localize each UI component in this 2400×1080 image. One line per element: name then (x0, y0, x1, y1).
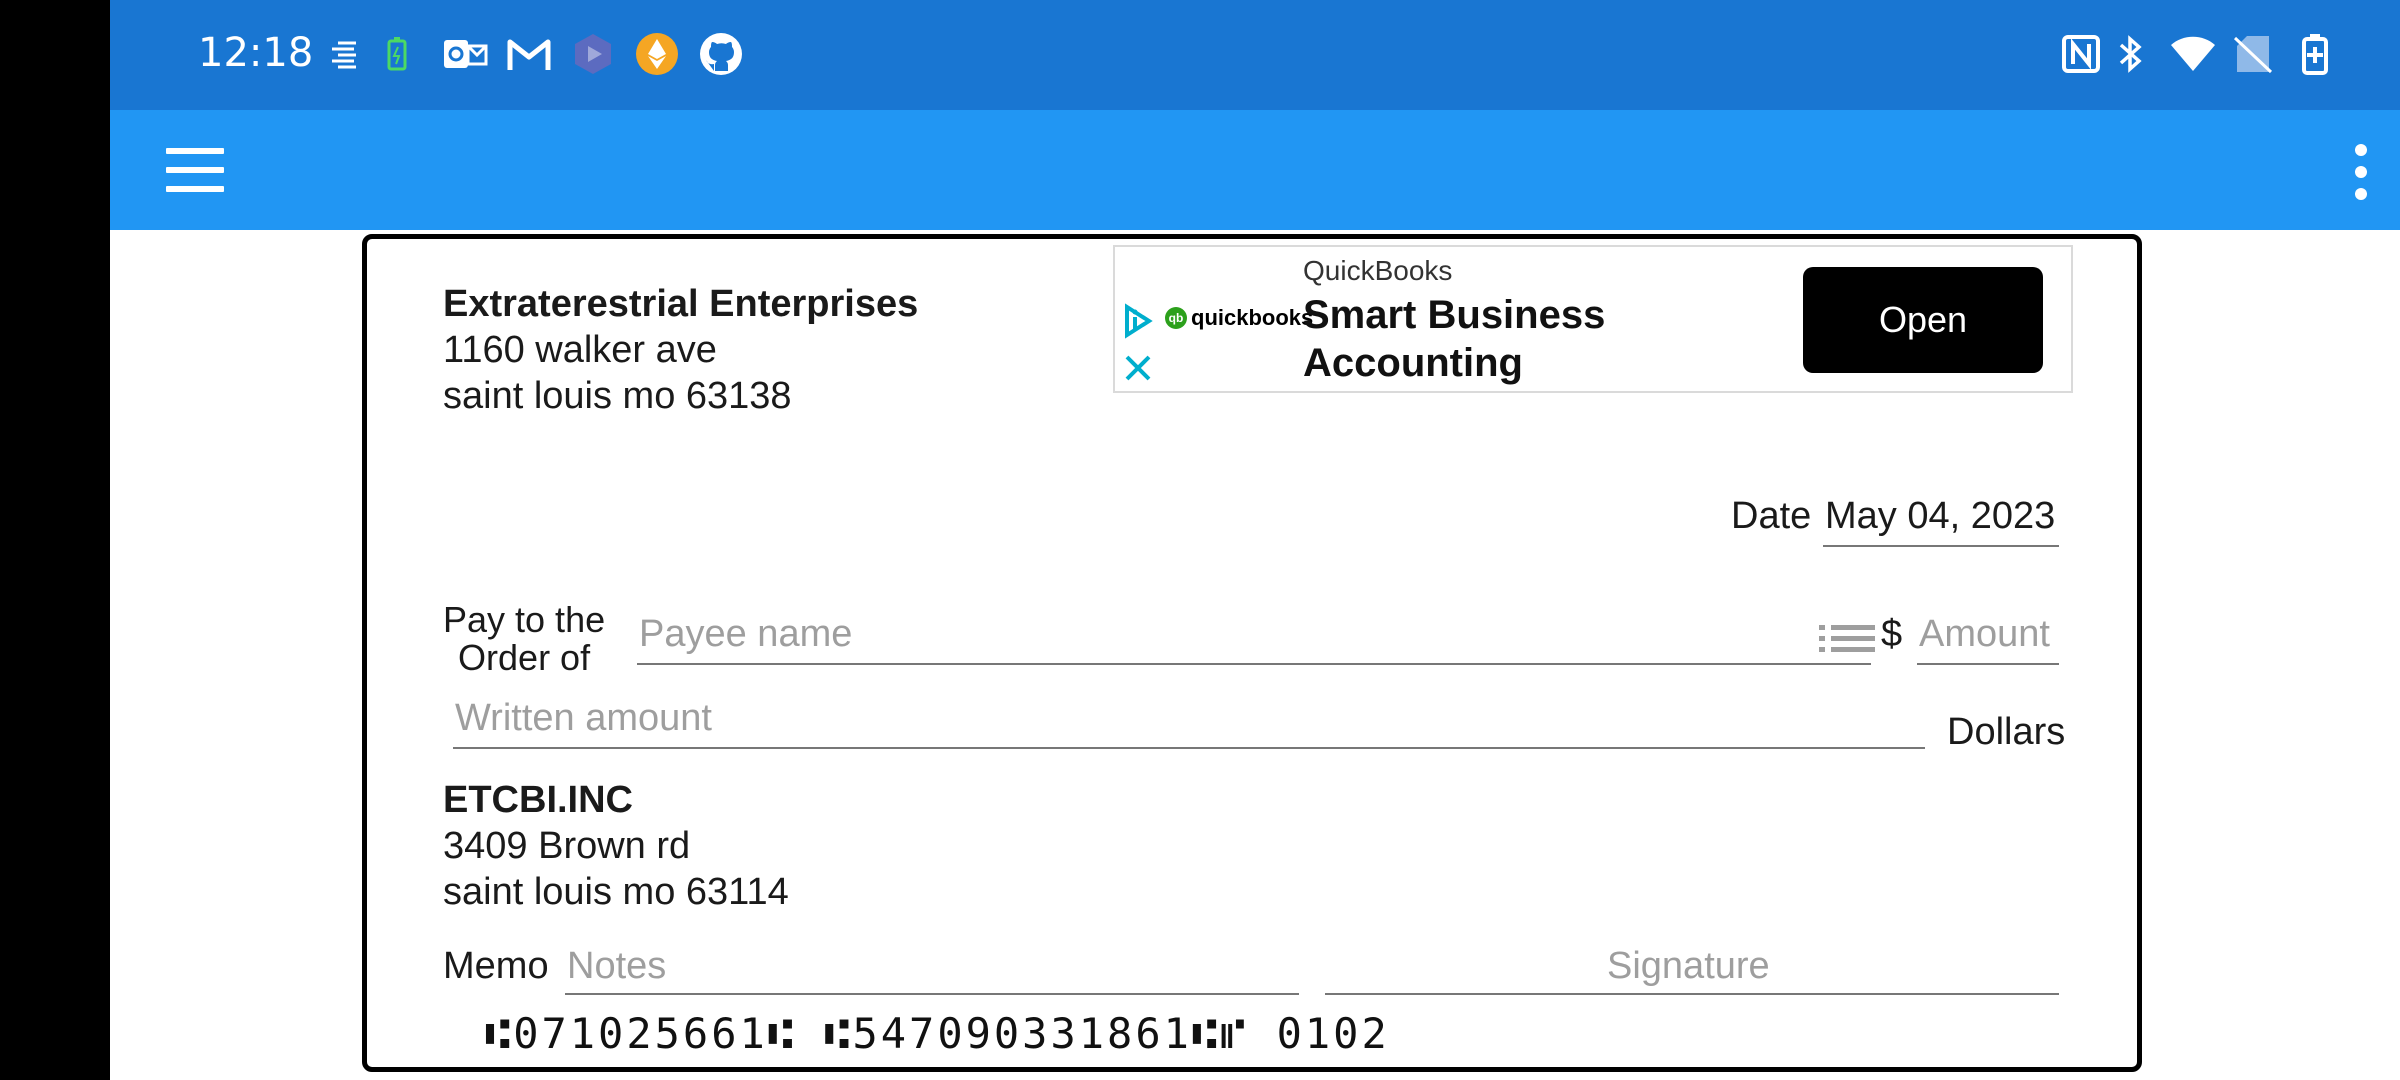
no-sim-icon (2228, 28, 2278, 80)
ad-banner[interactable]: qb quickbooks QuickBooks Smart Business … (1113, 245, 2073, 393)
bank-name[interactable]: ETCBI.INC (443, 777, 633, 823)
pay-to-line2: Order of (458, 637, 591, 678)
nfc-icon (2056, 28, 2106, 80)
ethereum-coin-icon (632, 28, 682, 80)
ad-choices-icon[interactable] (1119, 301, 1159, 346)
payee-name-input[interactable]: Payee name (639, 611, 852, 657)
wifi-icon (2168, 28, 2218, 80)
date-underline (1823, 545, 2059, 547)
menu-icon[interactable] (166, 148, 224, 192)
amount-underline (1917, 663, 2059, 665)
notification-lines-icon (322, 28, 372, 80)
ad-close-icon[interactable] (1123, 353, 1153, 388)
ad-open-button[interactable]: Open (1803, 267, 2043, 373)
media-player-icon (568, 28, 618, 80)
more-options-icon[interactable] (2346, 144, 2376, 200)
status-time: 12:18 (198, 30, 314, 76)
amount-input[interactable]: Amount (1919, 611, 2050, 657)
left-black-bar (0, 0, 110, 1080)
battery-charging-icon (372, 28, 422, 80)
sender-address-line1[interactable]: 1160 walker ave (443, 327, 717, 373)
quickbooks-logo: qb quickbooks (1165, 305, 1313, 331)
ad-brand: QuickBooks (1303, 255, 1453, 286)
bank-address-line2[interactable]: saint louis mo 63114 (443, 869, 789, 915)
dollars-label: Dollars (1947, 711, 2066, 753)
micr-line: ⑆071025661⑆ ⑆547090331861⑆⑈ 0102 (485, 1009, 1390, 1058)
app-toolbar (110, 110, 2400, 230)
memo-label: Memo (443, 945, 549, 987)
payee-list-icon[interactable] (1819, 621, 1875, 662)
gmail-icon (504, 28, 554, 80)
outlook-icon (440, 28, 490, 80)
check-form: Extraterestrial Enterprises 1160 walker … (362, 234, 2142, 1072)
pay-to-line1: Pay to the (443, 599, 606, 640)
bank-address-line1[interactable]: 3409 Brown rd (443, 823, 690, 869)
currency-symbol: $ (1881, 613, 1903, 655)
written-amount-input[interactable]: Written amount (455, 695, 712, 741)
memo-underline (565, 993, 1299, 995)
pay-to-label: Pay to the Order of (443, 601, 605, 677)
sender-name[interactable]: Extraterestrial Enterprises (443, 281, 918, 327)
date-label: Date (1731, 495, 1812, 537)
battery-icon (2290, 28, 2340, 80)
written-amount-underline (453, 747, 1925, 749)
ad-headline: Smart Business Accounting (1303, 293, 1606, 385)
status-bar: 12:18 (110, 0, 2400, 110)
quickbooks-logo-text: quickbooks (1191, 305, 1314, 330)
signature-underline (1325, 993, 2059, 995)
payee-underline (637, 663, 1871, 665)
bluetooth-icon (2106, 28, 2156, 80)
quickbooks-logo-icon: qb (1165, 307, 1187, 329)
sender-address-line2[interactable]: saint louis mo 63138 (443, 373, 792, 419)
github-icon (696, 28, 746, 80)
memo-input[interactable]: Notes (567, 943, 666, 989)
signature-field[interactable]: Signature (1607, 943, 1770, 989)
date-field[interactable]: May 04, 2023 (1825, 493, 2055, 539)
